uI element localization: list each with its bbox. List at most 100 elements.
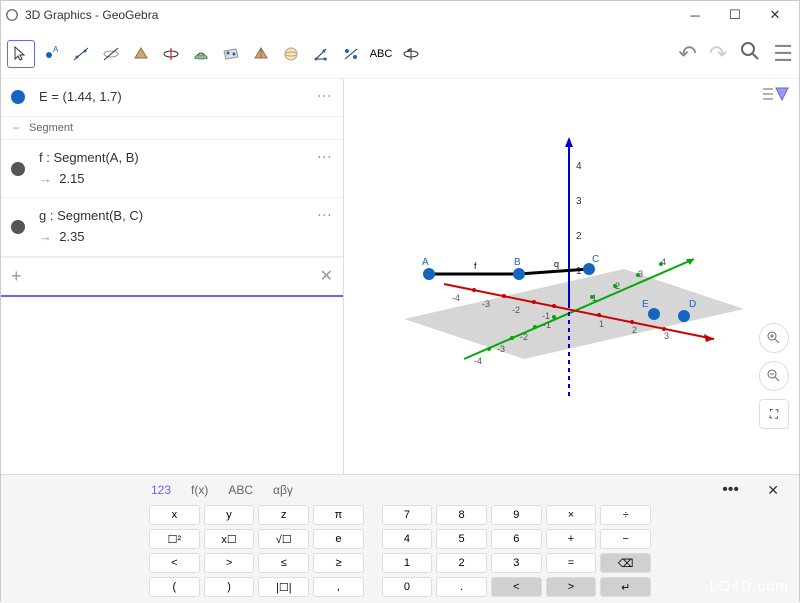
close-button[interactable]: ✕ [755,1,795,29]
circle-tool[interactable] [157,40,185,68]
segment-f-value: 2.15 [59,171,84,186]
visibility-dot-icon[interactable] [11,162,25,176]
svg-text:B: B [514,257,521,268]
svg-text:E: E [642,299,649,310]
svg-text:-4: -4 [474,356,482,366]
tab-abc[interactable]: ABC [228,483,253,497]
svg-text:A: A [53,45,59,54]
undo-button[interactable]: ↶ [678,41,696,67]
keyboard-more-button[interactable]: ••• [722,481,739,499]
kebab-icon[interactable]: ⋮ [317,150,333,162]
intersect-tool[interactable] [187,40,215,68]
maximize-button[interactable]: ☐ [715,1,755,29]
svg-text:q: q [554,259,559,269]
pyramid-tool[interactable] [247,40,275,68]
keyboard-row-2: ☐² x☐ √☐ e 4 5 6 + − [149,529,651,549]
key-plus[interactable]: + [546,529,597,549]
polygon-tool[interactable] [127,40,155,68]
rotate-view-tool[interactable] [397,40,425,68]
visibility-dot-icon[interactable] [11,220,25,234]
key-6[interactable]: 6 [491,529,542,549]
zoom-in-button[interactable] [759,323,789,353]
sphere-tool[interactable] [277,40,305,68]
algebra-input[interactable]: + ✕ [1,257,343,297]
kebab-icon[interactable]: ⋮ [317,89,333,101]
key-right[interactable]: > [546,577,597,597]
key-abs[interactable]: |☐| [258,577,309,597]
key-divide[interactable]: ÷ [600,505,651,525]
graphics-3d-view[interactable]: 1 2 3 4 -4 -3 -2 -1 1 2 3 -4 -3 -2 -1 1 … [344,79,799,474]
key-power[interactable]: x☐ [204,529,255,549]
key-square[interactable]: ☐² [149,529,200,549]
zoom-controls: ⛶ [759,323,789,429]
segment-g-label: g : Segment(B, C) [39,206,143,227]
keyboard-row-4: ( ) |☐| , 0 . < > ↵ [149,577,651,597]
svg-text:D: D [689,299,696,310]
key-equals[interactable]: = [546,553,597,573]
key-0[interactable]: 0 [382,577,433,597]
collapse-icon[interactable]: − [11,121,21,135]
svg-text:-2: -2 [520,332,528,342]
key-comma[interactable]: , [313,577,364,597]
key-8[interactable]: 8 [436,505,487,525]
point-tool[interactable]: A [37,40,65,68]
key-e[interactable]: e [313,529,364,549]
key-x[interactable]: x [149,505,200,525]
clear-input-icon[interactable]: ✕ [320,266,333,286]
redo-button[interactable]: ↷ [709,41,727,67]
key-dot[interactable]: . [436,577,487,597]
visibility-dot-icon[interactable] [11,90,25,104]
key-rparen[interactable]: ) [204,577,255,597]
menu-button[interactable]: ☰ [773,41,793,67]
line-tool[interactable] [67,40,95,68]
key-lte[interactable]: ≤ [258,553,309,573]
svg-text:-2: -2 [512,305,520,315]
key-backspace[interactable]: ⌫ [600,553,651,573]
key-lt[interactable]: < [149,553,200,573]
key-4[interactable]: 4 [382,529,433,549]
key-y[interactable]: y [204,505,255,525]
minimize-button[interactable]: ─ [675,1,715,29]
svg-text:2: 2 [576,231,582,242]
key-gte[interactable]: ≥ [313,553,364,573]
fullscreen-button[interactable]: ⛶ [759,399,789,429]
tab-123[interactable]: 123 [151,483,171,497]
angle-tool[interactable] [307,40,335,68]
move-tool[interactable] [7,40,35,68]
text-tool[interactable]: ABC [367,40,395,68]
key-multiply[interactable]: × [546,505,597,525]
key-3[interactable]: 3 [491,553,542,573]
plane-tool[interactable] [217,40,245,68]
key-lparen[interactable]: ( [149,577,200,597]
perpendicular-tool[interactable] [97,40,125,68]
kebab-icon[interactable]: ⋮ [317,208,333,220]
svg-text:-3: -3 [497,344,505,354]
segment-f-label: f : Segment(A, B) [39,148,139,169]
keyboard-close-button[interactable]: ✕ [767,482,779,499]
algebra-item-g[interactable]: g : Segment(B, C) → 2.35 ⋮ [1,198,343,257]
svg-text:-1: -1 [543,320,551,330]
key-5[interactable]: 5 [436,529,487,549]
algebra-item-f[interactable]: f : Segment(A, B) → 2.15 ⋮ [1,140,343,199]
tab-fx[interactable]: f(x) [191,483,208,497]
key-left[interactable]: < [491,577,542,597]
zoom-out-button[interactable] [759,361,789,391]
3d-scene[interactable]: 1 2 3 4 -4 -3 -2 -1 1 2 3 -4 -3 -2 -1 1 … [344,79,799,474]
reflect-tool[interactable] [337,40,365,68]
key-sqrt[interactable]: √☐ [258,529,309,549]
key-enter[interactable]: ↵ [600,577,651,597]
key-z[interactable]: z [258,505,309,525]
search-button[interactable] [739,40,761,68]
key-2[interactable]: 2 [436,553,487,573]
segment-header[interactable]: − Segment [1,117,343,140]
key-minus[interactable]: − [600,529,651,549]
key-9[interactable]: 9 [491,505,542,525]
point-E-label: E = (1.44, 1.7) [39,87,122,108]
tab-greek[interactable]: αβγ [273,483,293,497]
algebra-item-E[interactable]: E = (1.44, 1.7) ⋮ [1,79,343,117]
main-area: E = (1.44, 1.7) ⋮ − Segment f : Segment(… [1,79,799,474]
key-7[interactable]: 7 [382,505,433,525]
key-gt[interactable]: > [204,553,255,573]
key-pi[interactable]: π [313,505,364,525]
key-1[interactable]: 1 [382,553,433,573]
